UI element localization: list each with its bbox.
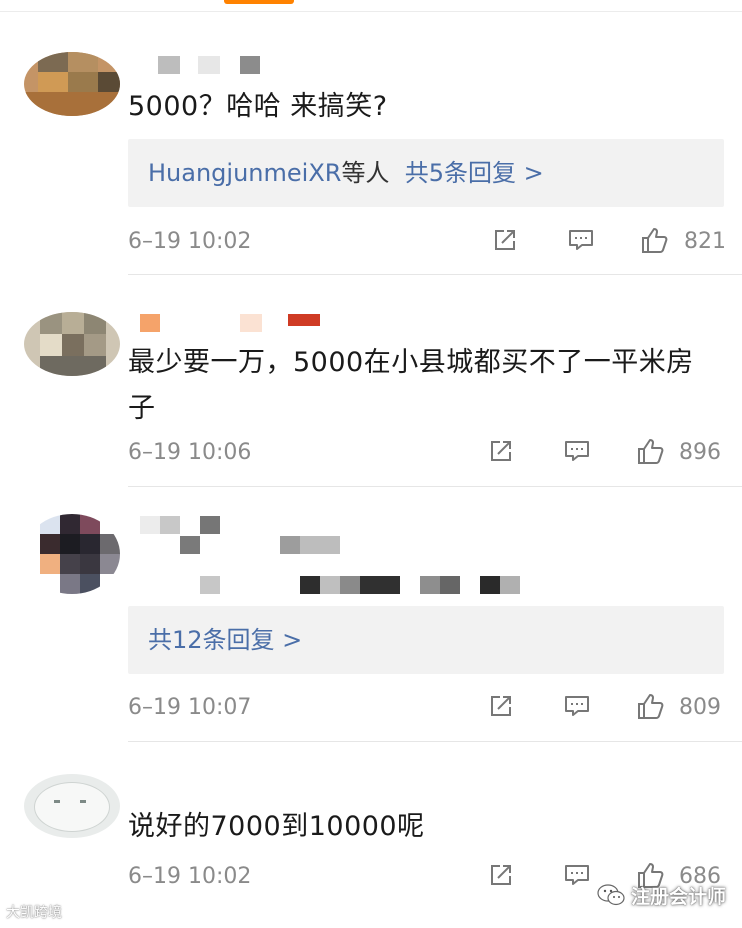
active-tab-indicator (224, 0, 294, 4)
comment-icon[interactable] (562, 436, 592, 466)
watermark-left: 大凯跨境 (6, 905, 62, 921)
thumbs-up-icon[interactable] (636, 436, 666, 466)
watermark-right: 注册会计师 (597, 880, 726, 910)
top-strip (0, 0, 742, 12)
reply-count-link[interactable]: 共12条回复 > (148, 626, 302, 654)
divider (128, 741, 742, 742)
share-icon[interactable] (486, 860, 516, 890)
reply-box[interactable]: 共12条回复 > (128, 606, 724, 674)
share-icon[interactable] (486, 436, 516, 466)
comment-meta: 6–19 10:02 821 (128, 225, 726, 259)
comment-meta: 6–19 10:06 896 (128, 436, 724, 470)
like-count: 896 (679, 440, 721, 465)
timestamp: 6–19 10:02 (128, 229, 252, 254)
wechat-icon (597, 884, 625, 906)
divider (128, 274, 742, 275)
divider (128, 486, 742, 487)
avatar[interactable] (24, 312, 120, 376)
timestamp: 6–19 10:06 (128, 440, 252, 465)
comment-icon[interactable] (562, 860, 592, 890)
comment-text: 说好的7000到10000呢 (128, 811, 425, 842)
watermark-right-text: 注册会计师 (631, 885, 727, 908)
reply-box[interactable]: HuangjunmeiXR等人 共5条回复 > (128, 139, 724, 207)
like-count: 809 (679, 695, 721, 720)
avatar[interactable] (24, 774, 120, 838)
timestamp: 6–19 10:07 (128, 695, 252, 720)
avatar[interactable] (24, 514, 120, 594)
comment-text: 最少要一万，5000在小县城都买不了一平米房子 (128, 347, 694, 424)
timestamp: 6–19 10:02 (128, 864, 252, 889)
comment-icon[interactable] (562, 691, 592, 721)
reply-summary[interactable]: 共12条回复 > (148, 623, 302, 657)
reply-usernames[interactable]: HuangjunmeiXR (148, 159, 341, 187)
avatar[interactable] (24, 52, 120, 116)
reply-count-link[interactable]: 共5条回复 > (405, 159, 544, 187)
comment-icon[interactable] (566, 225, 596, 255)
reply-summary[interactable]: HuangjunmeiXR等人 共5条回复 > (148, 156, 544, 190)
comment-meta: 6–19 10:07 809 (128, 691, 724, 725)
thumbs-up-icon[interactable] (636, 691, 666, 721)
share-icon[interactable] (490, 225, 520, 255)
thumbs-up-icon[interactable] (640, 225, 670, 255)
reply-others-label: 等人 (341, 159, 390, 187)
like-count: 821 (684, 229, 726, 254)
comment-text: 5000？哈哈 来搞笑? (128, 91, 388, 122)
share-icon[interactable] (486, 691, 516, 721)
